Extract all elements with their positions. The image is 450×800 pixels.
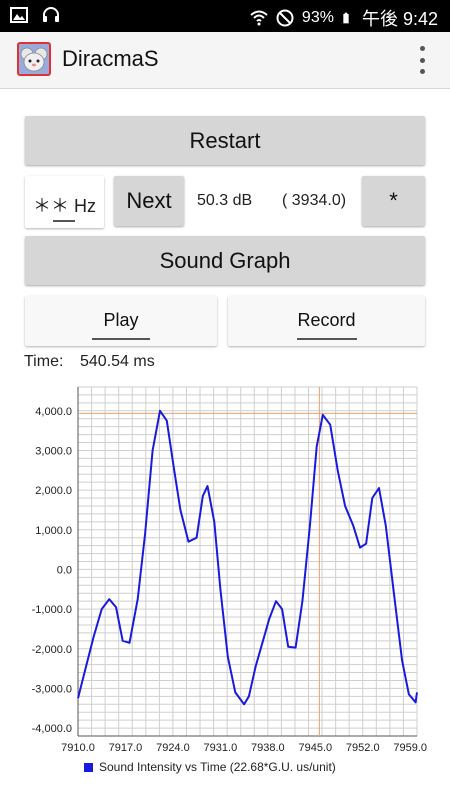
hz-label: ＊＊ Hz [33, 196, 96, 216]
record-label: Record [297, 310, 356, 330]
y-tick-label: -2,000.0 [32, 644, 72, 656]
y-tick-label: -4,000.0 [32, 723, 72, 735]
legend-label: Sound Intensity vs Time (22.68*G.U. us/u… [99, 760, 336, 774]
record-button[interactable]: Record [228, 296, 425, 346]
play-label: Play [103, 310, 139, 330]
y-tick-label: 0.0 [57, 564, 72, 576]
restart-button[interactable]: Restart [25, 116, 425, 165]
y-tick-label: -1,000.0 [32, 604, 72, 616]
x-tick-label: 7945.0 [298, 742, 332, 754]
app-title: DiracmaS [62, 46, 159, 71]
y-tick-label: 1,000.0 [35, 525, 72, 537]
mouse-face-icon [17, 42, 51, 76]
play-underline [92, 338, 150, 340]
do-not-disturb-icon [276, 9, 294, 27]
time-value: 540.54 ms [80, 353, 155, 370]
star-button[interactable]: * [362, 176, 425, 226]
series-line [77, 409, 418, 706]
play-button[interactable]: Play [25, 296, 217, 346]
x-tick-label: 7959.0 [393, 742, 427, 754]
frequency-readout: ( 3934.0) [282, 192, 347, 209]
battery-percent: 93% [301, 9, 334, 26]
legend-swatch [84, 762, 93, 772]
headphones-icon [43, 7, 59, 22]
sound-graph-chart[interactable]: 4,000.0 3,000.0 2,000.0 1,000.0 0.0 -1,000.0 -… [0, 385, 450, 757]
record-underline [296, 338, 357, 340]
clock: 午後 9:42 [361, 9, 438, 29]
next-button[interactable]: Next [114, 176, 184, 226]
status-bar: 93% 午後 9:42 [0, 0, 450, 32]
x-tick-label: 7910.0 [61, 742, 95, 754]
action-bar: DiracmaS [0, 32, 450, 89]
battery-icon [343, 12, 349, 24]
db-readout: 50.3 dB [197, 192, 253, 209]
wifi-icon [250, 10, 268, 26]
y-tick-label: 4,000.0 [35, 406, 72, 418]
overflow-menu-icon[interactable] [418, 46, 426, 74]
time-label: Time: [24, 353, 64, 370]
x-tick-label: 7931.0 [204, 742, 238, 754]
hz-underline [53, 220, 75, 222]
x-tick-label: 7952.0 [346, 742, 380, 754]
sound-graph-button[interactable]: Sound Graph [25, 236, 425, 285]
x-tick-label: 7917.0 [109, 742, 143, 754]
y-tick-label: -3,000.0 [32, 683, 72, 695]
hz-selector[interactable]: ＊＊ Hz [25, 176, 104, 228]
x-tick-label: 7924.0 [156, 742, 190, 754]
y-tick-label: 2,000.0 [35, 485, 72, 497]
chart-legend: Sound Intensity vs Time (22.68*G.U. us/u… [84, 760, 336, 774]
image-notification-icon [10, 7, 28, 23]
x-tick-label: 7938.0 [251, 742, 285, 754]
y-tick-label: 3,000.0 [35, 445, 72, 457]
